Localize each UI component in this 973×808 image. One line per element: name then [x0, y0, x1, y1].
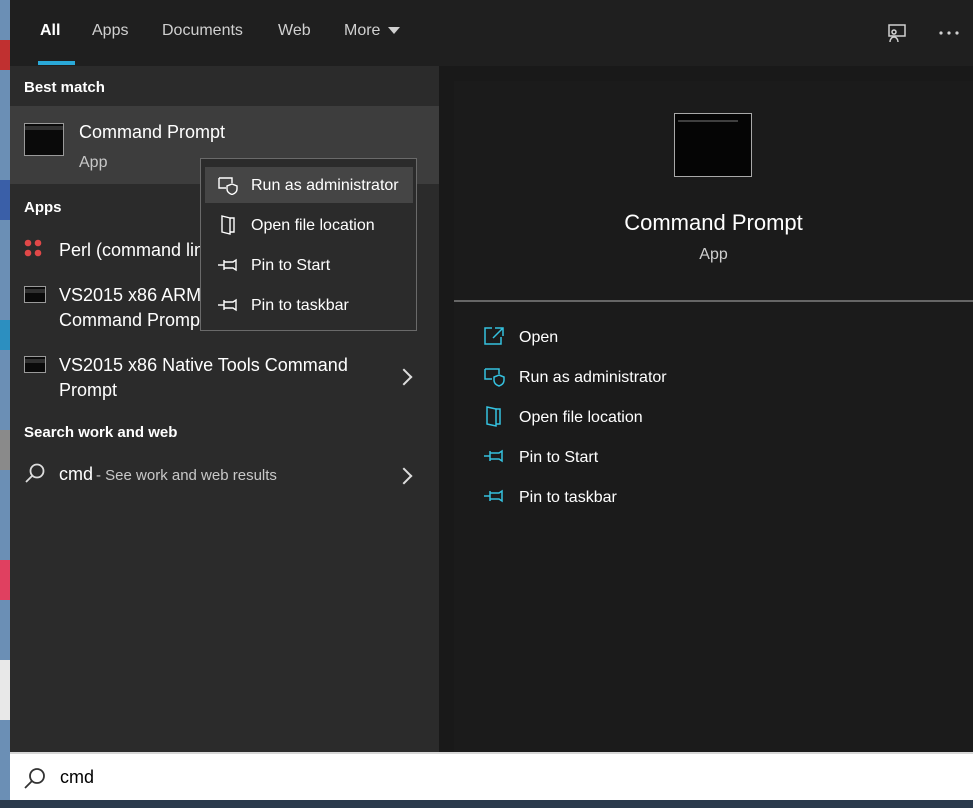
preview-title: Command Prompt: [624, 210, 803, 235]
search-input[interactable]: [58, 766, 912, 789]
web-query-suffix: - See work and web results: [96, 467, 277, 484]
search-web-heading: Search work and web: [24, 424, 178, 441]
command-prompt-large-icon: [674, 113, 752, 177]
chevron-right-icon[interactable]: [395, 467, 413, 485]
menu-item-label: Open file location: [251, 217, 375, 234]
tab-web[interactable]: Web: [278, 22, 311, 40]
menu-item-label: Pin to taskbar: [251, 297, 349, 314]
action-open-file-location[interactable]: Open file location: [482, 405, 932, 433]
menu-item-label: Pin to Start: [251, 257, 331, 274]
divider: [454, 300, 973, 302]
console-icon: [24, 356, 46, 373]
tab-more-label: More: [344, 22, 381, 39]
pin-icon: [218, 258, 237, 272]
action-label: Run as administrator: [519, 369, 667, 386]
pin-icon: [484, 449, 503, 463]
app-label-line1: VS2015 x86 ARM: [59, 285, 202, 305]
context-menu: Run as administrator Open file location …: [200, 158, 417, 331]
action-run-as-administrator[interactable]: Run as administrator: [482, 365, 932, 393]
taskbar-edge: [0, 800, 973, 808]
search-icon: [25, 463, 45, 483]
action-label: Pin to taskbar: [519, 489, 617, 506]
action-pin-to-taskbar[interactable]: Pin to taskbar: [482, 485, 932, 513]
web-query: cmd: [59, 464, 94, 484]
menu-item-label: Run as administrator: [251, 177, 399, 194]
chevron-right-icon[interactable]: [395, 368, 413, 386]
menu-item-run-as-administrator[interactable]: Run as administrator: [205, 167, 413, 203]
command-prompt-icon: [24, 123, 64, 156]
search-bar: [10, 752, 973, 802]
tab-documents[interactable]: Documents: [162, 22, 243, 40]
best-match-title: Command Prompt: [79, 122, 226, 142]
app-label-line1: VS2015 x86 Native Tools Command: [59, 355, 348, 375]
console-icon: [24, 286, 46, 303]
app-label-line2: Command Promp: [59, 310, 201, 330]
tab-apps[interactable]: Apps: [92, 22, 128, 40]
best-match-subtitle: App: [79, 154, 108, 171]
pin-icon: [218, 298, 237, 312]
desktop-edge: [0, 0, 10, 808]
search-icon: [24, 768, 45, 789]
menu-item-pin-to-start[interactable]: Pin to Start: [205, 247, 413, 283]
preview-pane: Command Prompt App Open Run as administr…: [439, 66, 973, 752]
menu-item-pin-to-taskbar[interactable]: Pin to taskbar: [205, 287, 413, 323]
action-label: Open: [519, 329, 559, 346]
open-icon: [484, 327, 504, 345]
active-tab-indicator: [38, 61, 75, 65]
search-tabs: All Apps Documents Web More: [10, 0, 973, 66]
shield-icon: [484, 368, 505, 387]
more-options-icon[interactable]: [936, 20, 962, 46]
chevron-down-icon: [388, 27, 401, 35]
feedback-icon[interactable]: [884, 20, 910, 46]
action-pin-to-start[interactable]: Pin to Start: [482, 445, 932, 473]
menu-item-open-file-location[interactable]: Open file location: [205, 207, 413, 243]
tab-all[interactable]: All: [40, 22, 60, 40]
best-match-heading: Best match: [24, 79, 105, 96]
pin-icon: [484, 489, 503, 503]
action-label: Open file location: [519, 409, 643, 426]
preview-subtitle: App: [699, 246, 728, 263]
action-open[interactable]: Open: [482, 325, 932, 353]
folder-location-icon: [221, 215, 235, 235]
app-label-line2: Prompt: [59, 380, 118, 400]
folder-location-icon: [486, 406, 501, 427]
perl-icon: [24, 239, 42, 257]
tab-more[interactable]: More: [344, 22, 401, 40]
apps-heading: Apps: [24, 199, 62, 216]
shield-icon: [218, 177, 238, 195]
action-label: Pin to Start: [519, 449, 599, 466]
app-label: Perl (command lin: [59, 240, 205, 260]
preview-card: Command Prompt App Open Run as administr…: [454, 81, 973, 752]
